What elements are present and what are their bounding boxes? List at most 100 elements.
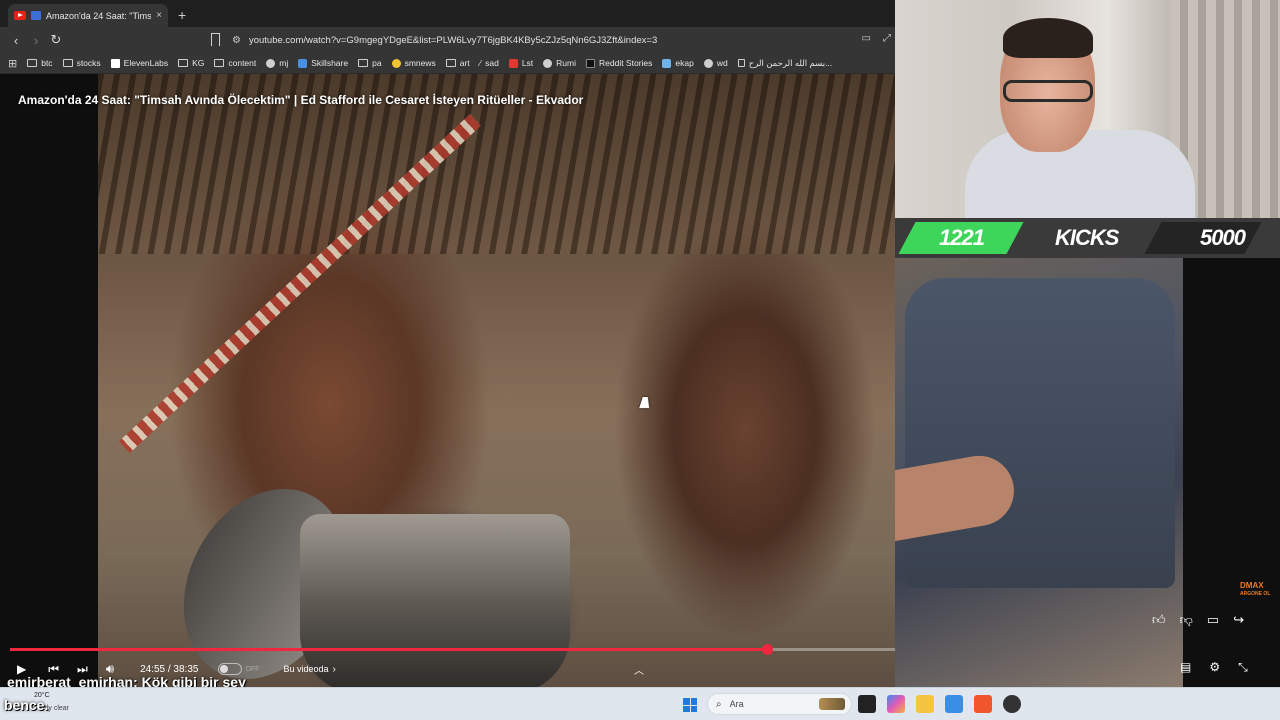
time-display: 24:55 / 38:35 [140,663,199,675]
snipping-tool-icon[interactable] [945,695,963,713]
obs-icon[interactable] [1003,695,1021,713]
file-explorer-icon[interactable] [916,695,934,713]
bookmark-mj[interactable]: mj [266,58,288,68]
taskbar-apps [858,695,1021,713]
bookmark-smnews[interactable]: smnews [391,58,436,68]
bookmark-skillshare[interactable]: Skillshare [298,58,348,68]
bookmark-label: content [228,58,257,68]
kicks-count: 1221 [939,225,985,250]
search-highlight-image [819,698,845,710]
tv-icon [31,11,41,20]
exit-fullscreen-icon[interactable]: ⤡ [1238,660,1248,675]
bookmark-label: art [459,58,470,68]
task-view-icon[interactable] [858,695,876,713]
player-right-controls: ▤ ⚙ ⤡ [1180,660,1248,675]
bookmark-label: Skillshare [311,58,349,68]
folder-icon [27,59,38,67]
bookmark-arabic[interactable]: بسم الله الرحمن الرح... [737,57,833,69]
chevron-up-icon[interactable]: ︿ [634,662,644,677]
webcam-person-glasses [1003,80,1093,102]
extension-icon[interactable]: ⤢ [883,33,891,44]
bookmark-label: sad [485,58,499,68]
bookmark-label: بسم الله الرحمن الرح... [748,57,833,68]
kicks-goal-banner: 1221 KICKS 5000 [895,218,1280,258]
back-icon[interactable]: ‹ [6,33,26,48]
bookmark-label: ekap [675,58,694,68]
bookmark-kg[interactable]: KG [178,58,204,68]
bookmark-elevenlabs[interactable]: ElevenLabs [110,58,169,68]
bookmark-stocks[interactable]: stocks [62,58,101,68]
webcam-overlay [895,0,1280,218]
bookmark-lst[interactable]: Lst [508,58,534,68]
close-tab-icon[interactable]: × [156,10,162,21]
chapter-button[interactable]: Bu videoda [283,664,328,674]
progress-bar[interactable] [10,644,895,655]
search-icon: ⌕ [716,698,722,710]
video-actions: 👍︎ 👎︎ ▭ ↪ [1152,612,1244,628]
brave-browser-icon[interactable] [974,695,992,713]
share-icon[interactable]: ↪ [1233,612,1244,628]
forward-icon[interactable]: › [26,33,46,48]
reload-icon[interactable]: ↻ [46,32,66,48]
url-field[interactable]: ⚙ youtube.com/watch?v=G9mgegYDgeE&list=P… [232,31,892,49]
chevron-right-icon: › [332,663,336,675]
s-logo-icon [508,58,518,68]
windows-start-icon[interactable] [683,698,697,712]
autoplay-state: OFF [245,665,260,673]
video-frame-right [895,258,1183,687]
slash-icon: ⁄ [479,58,482,68]
bookmark-pa[interactable]: pa [358,58,382,68]
kicks-label: KICKS [1055,225,1119,250]
bookmark-ekap[interactable]: ekap [662,58,694,68]
bookmark-label: Reddit Stories [599,58,653,68]
address-bar-actions: ▭ ⤢ [862,33,891,44]
video-title[interactable]: Amazon'da 24 Saat: "Timsah Avında Ölecek… [18,93,583,107]
settings-icon[interactable]: ⚙ [1209,660,1220,675]
like-icon[interactable]: 👍︎ [1152,612,1166,628]
channel-logo-text: DMAX [1240,581,1264,590]
bookmark-content[interactable]: content [214,58,256,68]
github-icon [266,58,276,68]
bookmark-label: ElevenLabs [123,58,169,68]
cast-icon[interactable]: ▭ [862,33,871,44]
url-text: youtube.com/watch?v=G9mgegYDgeE&list=PLW… [248,34,658,46]
taskbar-search[interactable]: ⌕ Ara [707,693,852,715]
youtube-icon [14,11,26,20]
folder-icon [62,59,73,67]
taskbar: 20°C Partly clear ⌕ Ara [0,687,1280,720]
dislike-icon[interactable]: 👎︎ [1180,612,1193,628]
bookmark-art[interactable]: art [445,58,470,68]
bookmark-reddit-stories[interactable]: Reddit Stories [586,58,652,68]
address-bar: ‹ › ↻ ⚙ youtube.com/watch?v=G9mgegYDgeE&… [0,27,895,53]
bookmark-label: stocks [76,58,101,68]
site-info-icon[interactable]: ⚙ [232,35,241,46]
bookmark-btc[interactable]: btc [27,58,53,68]
bookmark-rumi[interactable]: Rumi [543,58,576,68]
mouse-cursor-icon [639,397,653,408]
bookmark-label: btc [41,58,53,68]
bookmark-label: Rumi [556,58,576,68]
video-frame-man-shirt [905,278,1175,588]
comment-icon[interactable]: ▭ [1207,612,1219,628]
bookmark-label: Lst [521,58,534,68]
video-player[interactable]: Amazon'da 24 Saat: "Timsah Avında Ölecek… [0,74,895,687]
bookmark-label: KG [192,58,205,68]
subtitles-icon[interactable]: ▤ [1180,660,1191,675]
copilot-icon[interactable] [887,695,905,713]
bookmark-wd[interactable]: wd [703,58,728,68]
skillshare-icon [298,58,308,68]
folder-icon [445,59,456,67]
bookmark-icon[interactable] [211,33,220,46]
webcam-person-shirt [965,130,1195,218]
bookmark-label: mj [279,58,289,68]
bookmark-sad[interactable]: ⁄ sad [480,58,499,68]
new-tab-button[interactable]: + [178,7,186,23]
globe-icon [703,58,713,68]
smiley-icon [391,58,401,68]
d-logo-icon [586,58,595,68]
progress-scrubber[interactable] [762,644,774,655]
kicks-goal: 5000 [1200,225,1246,250]
tab-youtube[interactable]: Amazon'da 24 Saat: "Timsah A × [8,4,168,27]
apps-grid-icon[interactable]: ⊞ [8,57,17,70]
screen: Amazon'da 24 Saat: "Timsah A × + ‹ › ↻ ⚙… [0,0,1280,720]
